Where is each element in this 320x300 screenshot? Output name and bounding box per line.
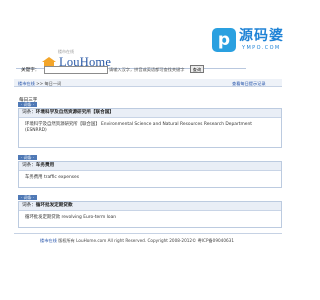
breadcrumb-home-link[interactable]: 楼市在线	[18, 81, 35, 86]
entry-tag: · 词条 ·	[18, 102, 38, 107]
watermark-subtext: YMPO.COM	[242, 45, 281, 51]
entry-body: 循环批发定期贷款 revolving Euro-term loan	[25, 215, 117, 220]
watermark-badge-icon: p	[212, 28, 236, 52]
entry-body: 环境科学及自然资源研究所【联合国】 Environmental Science …	[25, 122, 252, 133]
entry-body: 车务费用 traffic expenses	[25, 175, 79, 180]
search-button[interactable]: 查询	[190, 65, 204, 73]
search-label: 关键字：	[21, 68, 40, 73]
search-hint: 请输入汉字，拼音或英语都可查找关键字	[109, 67, 185, 72]
footer: 楼市在线 版权所有 LouHome.com All right Reserved…	[40, 238, 234, 244]
breadcrumb-separator: >>	[34, 81, 45, 86]
footer-home-link[interactable]: 楼市在线	[40, 238, 57, 243]
entry-header: 词条：环境科学及自然资源研究所【联合国】	[19, 109, 281, 118]
entry-card: 词条：车务费用 车务费用 traffic expenses	[18, 161, 282, 188]
watermark-text: 源码婆	[239, 28, 284, 44]
entry-card: 词条：环境科学及自然资源研究所【联合国】 环境科学及自然资源研究所【联合国】 E…	[18, 108, 282, 148]
entry-header: 词条：循环批发定期贷款	[19, 202, 281, 211]
entry-prefix: 词条：	[22, 163, 36, 168]
entry-card: 词条：循环批发定期贷款 循环批发定期贷款 revolving Euro-term…	[18, 201, 282, 228]
footer-copyright: 版权所有 LouHome.com All right Reserved. Cop…	[56, 238, 234, 243]
search-input[interactable]	[44, 66, 108, 74]
entry-tag: · 词条 ·	[18, 195, 38, 200]
entry-header: 词条：车务费用	[19, 162, 281, 171]
watermark-logo: p 源码婆 YMPO.COM	[212, 28, 284, 72]
footer-divider	[14, 233, 282, 234]
entry-term: 循环批发定期贷款	[35, 203, 73, 208]
entry-prefix: 词条：	[22, 203, 36, 208]
entry-term: 环境科学及自然资源研究所【联合国】	[35, 110, 114, 115]
logo-subtitle: 楼市在线	[58, 49, 74, 54]
watermark-badge-letter: p	[217, 30, 231, 50]
breadcrumb-current: 每日一词	[44, 81, 62, 86]
history-link[interactable]: 查看每日提示记录	[232, 81, 266, 87]
breadcrumb: 楼市在线 >> 每日一词	[18, 81, 61, 87]
entry-prefix: 词条：	[22, 110, 36, 115]
entry-tag: · 词条 ·	[18, 155, 38, 160]
entry-term: 车务费用	[35, 163, 55, 168]
